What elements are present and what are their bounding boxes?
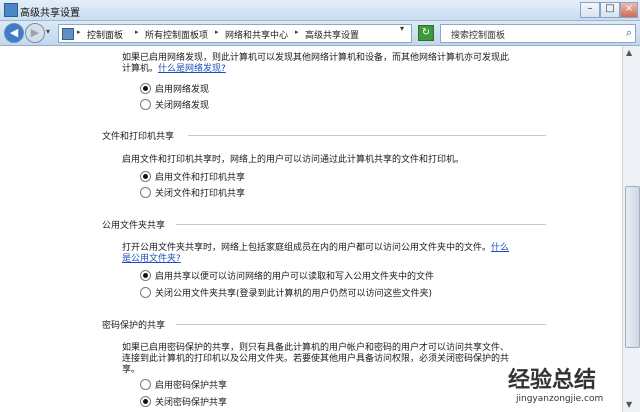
- breadcrumb-separator-icon[interactable]: ▸: [295, 28, 299, 36]
- public-folder-help-link-cont[interactable]: 是公用文件夹?: [122, 251, 181, 264]
- network-discovery-on-radio[interactable]: [140, 83, 151, 94]
- network-discovery-off-label[interactable]: 关闭网络发现: [155, 98, 209, 111]
- maximize-button[interactable]: □: [600, 2, 620, 18]
- history-dropdown-icon[interactable]: ▾: [46, 27, 50, 36]
- section-divider: [188, 135, 546, 136]
- close-button[interactable]: ×: [620, 2, 638, 18]
- minimize-button[interactable]: –: [580, 2, 600, 18]
- section-divider: [176, 224, 546, 225]
- network-discovery-description-cont: 计算机。什么是网络发现?: [122, 64, 226, 74]
- scroll-up-icon[interactable]: ▲: [626, 48, 632, 57]
- password-on-radio[interactable]: [140, 379, 151, 390]
- breadcrumb-separator-icon[interactable]: ▸: [135, 28, 139, 36]
- title-bar: 高级共享设置 – □ ×: [0, 0, 640, 21]
- public-folder-on-radio[interactable]: [140, 270, 151, 281]
- address-bar[interactable]: ▸ 控制面板 ▸ 所有控制面板项 ▸ 网络和共享中心 ▸ 高级共享设置: [58, 24, 412, 43]
- window-app-icon: [4, 3, 18, 17]
- breadcrumb-advanced-sharing[interactable]: 高级共享设置: [305, 28, 359, 41]
- scrollbar-thumb[interactable]: [625, 186, 640, 348]
- file-printer-on-radio[interactable]: [140, 171, 151, 182]
- public-folder-on-label[interactable]: 启用共享以便可以访问网络的用户可以读取和写入公用文件夹中的文件: [155, 269, 434, 282]
- watermark-text: 经验总结: [508, 368, 597, 393]
- refresh-icon[interactable]: ↻: [418, 25, 434, 41]
- breadcrumb-all-items[interactable]: 所有控制面板项: [145, 28, 208, 41]
- password-off-label[interactable]: 关闭密码保护共享: [155, 395, 227, 408]
- forward-arrow-icon[interactable]: ▶: [25, 23, 45, 43]
- password-description-line3: 享。: [122, 365, 141, 375]
- network-discovery-off-radio[interactable]: [140, 99, 151, 110]
- vertical-scrollbar[interactable]: ▲ ▼: [622, 46, 640, 412]
- section-divider: [176, 324, 546, 325]
- window-title: 高级共享设置: [20, 8, 80, 19]
- watermark: 经验总结 jingyanzongjie.com: [504, 362, 634, 408]
- back-arrow-icon[interactable]: ◀: [4, 23, 24, 43]
- file-printer-section-title: 文件和打印机共享: [102, 132, 175, 142]
- public-folder-section-title: 公用文件夹共享: [102, 221, 166, 231]
- public-folder-off-radio[interactable]: [140, 287, 151, 298]
- network-discovery-on-label[interactable]: 启用网络发现: [155, 82, 209, 95]
- file-printer-on-label[interactable]: 启用文件和打印机共享: [155, 170, 245, 183]
- breadcrumb-separator-icon[interactable]: ▸: [77, 28, 81, 36]
- watermark-url: jingyanzongjie.com: [516, 394, 604, 404]
- password-on-label[interactable]: 启用密码保护共享: [155, 378, 227, 391]
- control-panel-icon: [62, 28, 74, 40]
- file-printer-description: 启用文件和打印机共享时，网络上的用户可以访问通过此计算机共享的文件和打印机。: [122, 155, 465, 165]
- navigation-bar: ◀ ▶ ▾ ▸ 控制面板 ▸ 所有控制面板项 ▸ 网络和共享中心 ▸ 高级共享设…: [0, 21, 640, 46]
- password-section-title: 密码保护的共享: [102, 321, 166, 331]
- address-dropdown-icon[interactable]: ▾: [400, 24, 404, 33]
- password-description-line2: 连接到此计算机的打印机以及公用文件夹。若要使其他用户具备访问权限，必须关闭密码保…: [122, 354, 510, 364]
- search-icon[interactable]: ⌕: [626, 26, 632, 40]
- breadcrumb-control-panel[interactable]: 控制面板: [87, 28, 123, 41]
- password-off-radio[interactable]: [140, 396, 151, 407]
- public-folder-help-link[interactable]: 什么: [491, 243, 509, 253]
- search-input[interactable]: 搜索控制面板: [451, 28, 505, 41]
- file-printer-off-label[interactable]: 关闭文件和打印机共享: [155, 186, 245, 199]
- file-printer-off-radio[interactable]: [140, 187, 151, 198]
- network-discovery-help-link[interactable]: 什么是网络发现?: [158, 64, 226, 74]
- settings-content: 如果已启用网络发现，则此计算机可以发现其他网络计算机和设备，而其他网络计算机亦可…: [0, 46, 622, 412]
- breadcrumb-separator-icon[interactable]: ▸: [215, 28, 219, 36]
- breadcrumb-network-center[interactable]: 网络和共享中心: [225, 28, 288, 41]
- search-box[interactable]: 搜索控制面板 ⌕: [440, 24, 636, 43]
- public-folder-off-label[interactable]: 关闭公用文件夹共享(登录到此计算机的用户仍然可以访问这些文件夹): [155, 286, 432, 299]
